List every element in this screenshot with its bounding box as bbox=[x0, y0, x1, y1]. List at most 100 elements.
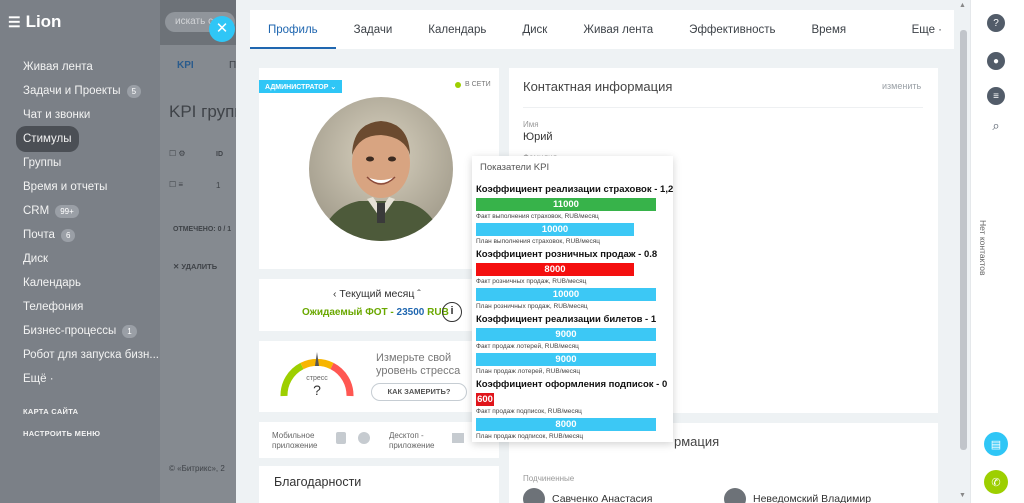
how-to-measure-button[interactable]: КАК ЗАМЕРИТЬ? bbox=[371, 383, 467, 401]
desktop-app-label: Десктоп - приложение bbox=[389, 431, 435, 450]
slider-scrollbar[interactable]: ▲ ▼ bbox=[958, 0, 970, 503]
tab-profile[interactable]: Профиль bbox=[250, 10, 336, 49]
bg-footer: © «Битрикс», 2 bbox=[169, 464, 225, 473]
no-contacts-label: Нет контактов bbox=[978, 220, 988, 276]
apple-icon[interactable] bbox=[336, 432, 346, 444]
current-month-selector[interactable]: ‹ Текущий месяц ˆ bbox=[333, 288, 421, 300]
sidebar-item-mail[interactable]: Почта 6 bbox=[0, 223, 160, 247]
close-icon: ✕ bbox=[215, 20, 229, 37]
name-label: Имя bbox=[523, 120, 539, 129]
kpi-plan-caption: План выполнения страховок, RUB/месяц bbox=[476, 238, 600, 245]
chevron-left-icon[interactable]: ‹ bbox=[333, 288, 337, 300]
bg-row-controls-icon: ☐ ≡ bbox=[169, 180, 184, 189]
kpi-fact-caption: Факт выполнения страховок, RUB/месяц bbox=[476, 213, 599, 220]
avatar[interactable] bbox=[309, 97, 453, 241]
sidebar-item-disk[interactable]: Диск bbox=[0, 247, 160, 271]
avatar bbox=[724, 488, 746, 503]
subordinates-title: Подчиненные bbox=[523, 474, 575, 483]
search-icon[interactable]: ⌕ bbox=[987, 117, 1005, 135]
online-status: В СЕТИ bbox=[455, 81, 491, 88]
close-slider-button[interactable]: ✕ bbox=[209, 16, 235, 42]
kpi-heading: Коэффициент реализации страховок - 1,2 bbox=[476, 184, 674, 195]
info-icon[interactable]: i bbox=[442, 302, 462, 322]
sidebar-item-bizproc[interactable]: Бизнес-процессы 1 bbox=[0, 319, 160, 343]
tab-time[interactable]: Время bbox=[793, 10, 864, 49]
bizproc-count-badge: 1 bbox=[122, 324, 137, 338]
bg-delete-button: ✕ УДАЛИТЬ bbox=[173, 262, 218, 271]
kpi-plan-caption: План продаж лотерей, RUB/месяц bbox=[476, 368, 581, 375]
configure-menu-link[interactable]: НАСТРОИТЬ МЕНЮ bbox=[0, 423, 160, 445]
tab-more[interactable]: Еще · bbox=[894, 10, 954, 49]
crm-count-badge: 99+ bbox=[55, 204, 79, 218]
windows-icon[interactable] bbox=[452, 433, 464, 443]
kpi-fact-bar: 8000 bbox=[476, 263, 634, 276]
contact-title: Контактная информация bbox=[523, 79, 673, 94]
sidebar-item-time[interactable]: Время и отчеты bbox=[0, 175, 160, 199]
portrait-image bbox=[309, 97, 453, 241]
sidebar-item-incentives[interactable]: Стимулы bbox=[0, 126, 160, 152]
tab-disk[interactable]: Диск bbox=[504, 10, 565, 49]
menu-burger-icon[interactable]: ☰ bbox=[8, 14, 21, 31]
sidebar-item-more[interactable]: Ещё · bbox=[0, 367, 160, 391]
bg-selected-count: ОТМЕЧЕНО: 0 / 1 bbox=[173, 226, 232, 233]
sidebar-item-crm[interactable]: CRM 99+ bbox=[0, 199, 160, 223]
help-icon[interactable]: ? bbox=[987, 14, 1005, 32]
edit-contact-link[interactable]: изменить bbox=[882, 81, 921, 91]
kpi-plan-bar: 8000 bbox=[476, 418, 656, 431]
kpi-fact-caption: Факт продаж подписок, RUB/месяц bbox=[476, 408, 582, 415]
logo[interactable]: ☰ Lion bbox=[8, 12, 61, 32]
chat-icon[interactable]: ≡ bbox=[987, 87, 1005, 105]
subordinate-item[interactable]: Савченко Анастасия bbox=[523, 488, 652, 503]
profile-tabs: Профиль Задачи Календарь Диск Живая лент… bbox=[250, 10, 954, 49]
right-bar: ? ● ≡ ⌕ Нет контактов ▤ ✆ bbox=[970, 0, 1024, 503]
sidebar-item-robot[interactable]: Робот для запуска бизн... bbox=[0, 343, 160, 367]
kpi-heading: Коэффициент розничных продаж - 0.8 bbox=[476, 249, 658, 260]
tab-efficiency[interactable]: Эффективность bbox=[671, 10, 793, 49]
chevron-up-icon: ˆ bbox=[417, 288, 421, 300]
tab-calendar[interactable]: Календарь bbox=[410, 10, 504, 49]
phone-icon[interactable]: ✆ bbox=[984, 470, 1008, 494]
bg-row-id: 1 bbox=[216, 181, 221, 190]
site-map-link[interactable]: КАРТА САЙТА bbox=[0, 401, 160, 423]
tasks-count-badge: 5 bbox=[126, 84, 142, 98]
stress-title: Измерьте свой уровень стресса bbox=[376, 352, 461, 377]
bg-tab-kpi: KPI bbox=[177, 60, 194, 71]
scrollbar-thumb[interactable] bbox=[960, 30, 967, 450]
sidebar-item-feed[interactable]: Живая лента bbox=[0, 55, 160, 79]
sidebar-item-groups[interactable]: Группы bbox=[0, 151, 160, 175]
subordinate-item[interactable]: Неведомский Владимир bbox=[724, 488, 871, 503]
kpi-plan-caption: План продаж подписок, RUB/месяц bbox=[476, 433, 584, 440]
kpi-fact-caption: Факт продаж лотерей, RUB/месяц bbox=[476, 343, 579, 350]
sidebar-item-telephony[interactable]: Телефония bbox=[0, 295, 160, 319]
stress-gauge-icon: стресс ? bbox=[280, 352, 354, 402]
bg-page-title: KPI групп bbox=[169, 102, 244, 121]
expected-fot: Ожидаемый ФОТ - 23500 RUB bbox=[302, 307, 449, 318]
divider bbox=[523, 107, 923, 108]
bg-checkbox-header-icon: ☐ ⚙ bbox=[169, 149, 186, 158]
tab-feed[interactable]: Живая лента bbox=[565, 10, 671, 49]
kpi-fact-bar: 9000 bbox=[476, 328, 656, 341]
left-sidebar: ☰ Lion Живая лента Задачи и Проекты 5 Чат… bbox=[0, 0, 160, 503]
online-dot-icon bbox=[455, 81, 461, 88]
android-icon[interactable] bbox=[358, 432, 370, 444]
kpi-popup: Показатели KPI Коэффициент реализации ст… bbox=[472, 156, 673, 442]
sidebar-item-chat[interactable]: Чат и звонки bbox=[0, 103, 160, 127]
scroll-down-icon[interactable]: ▼ bbox=[959, 492, 966, 499]
sidebar-item-tasks[interactable]: Задачи и Проекты 5 bbox=[0, 79, 160, 103]
stress-gauge-value: ? bbox=[313, 382, 321, 398]
kpi-plan-caption: План розничных продаж, RUB/месяц bbox=[476, 303, 588, 310]
kpi-plan-bar: 9000 bbox=[476, 353, 656, 366]
fot-card bbox=[259, 279, 499, 331]
bg-col-id: ID bbox=[216, 151, 223, 158]
admin-badge[interactable]: АДМИНИСТРАТОР ⌄ bbox=[259, 80, 343, 93]
sidebar-item-calendar[interactable]: Календарь bbox=[0, 271, 160, 295]
kpi-heading: Коэффициент оформления подписок - 0 bbox=[476, 379, 668, 390]
kpi-fact-caption: Факт розничных продаж, RUB/месяц bbox=[476, 278, 587, 285]
bell-icon[interactable]: ● bbox=[987, 52, 1005, 70]
scroll-up-icon[interactable]: ▲ bbox=[959, 2, 966, 9]
mail-count-badge: 6 bbox=[60, 228, 76, 242]
open-lines-icon[interactable]: ▤ bbox=[984, 432, 1008, 456]
kpi-plan-bar: 10000 bbox=[476, 223, 634, 236]
avatar bbox=[523, 488, 545, 503]
tab-tasks[interactable]: Задачи bbox=[336, 10, 411, 49]
